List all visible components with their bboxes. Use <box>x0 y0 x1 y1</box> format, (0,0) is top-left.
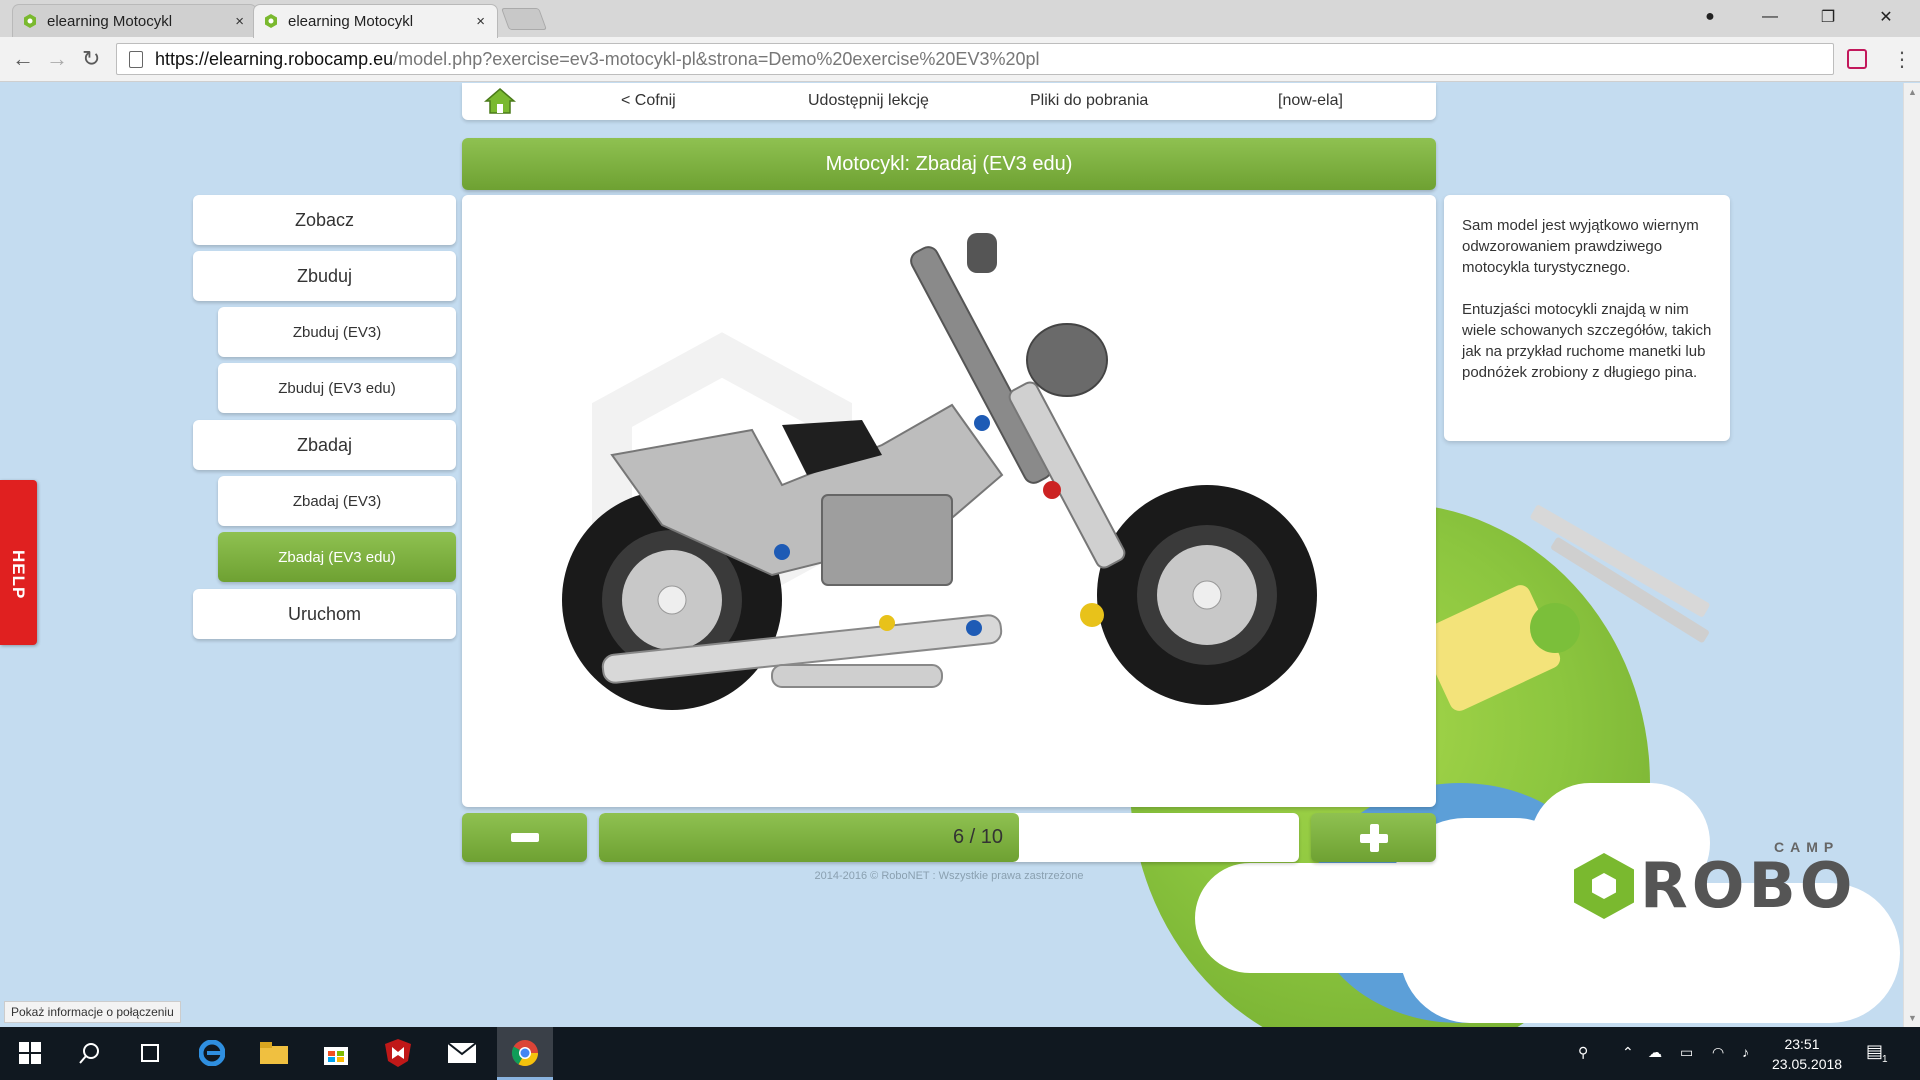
logo-camp: CAMP <box>1774 839 1840 855</box>
people-icon[interactable]: ⚲ <box>1578 1044 1588 1061</box>
description-panel: Sam model jest wyjątkowo wiernym odwzoro… <box>1444 195 1730 441</box>
address-toolbar: ← → ↻ https://elearning.robocamp.eu /mod… <box>0 37 1920 82</box>
plus-icon <box>1359 823 1388 852</box>
description-paragraph: Entuzjaści motocykli znajdą w nim wiele … <box>1462 301 1712 381</box>
forward-arrow-icon[interactable]: → <box>46 47 68 71</box>
tab-title: elearning Motocykl <box>47 12 173 30</box>
browser-tabbar: elearning Motocykl × elearning Motocykl … <box>0 0 1920 38</box>
show-hidden-icons-chevron-icon[interactable]: ⌃ <box>1622 1044 1634 1061</box>
maximize-button[interactable]: ❐ <box>1800 0 1856 34</box>
browser-tab-2[interactable]: elearning Motocykl × <box>253 4 498 38</box>
minimize-button[interactable]: — <box>1742 0 1798 34</box>
minus-icon <box>510 833 539 842</box>
downloads-link[interactable]: Pliki do pobrania <box>1030 92 1148 110</box>
motorcycle-model-image <box>562 233 1317 710</box>
system-clock[interactable]: 23:51 23.05.2018 <box>1772 1034 1843 1074</box>
onedrive-cloud-icon[interactable]: ☁ <box>1648 1044 1662 1061</box>
robocamp-favicon-icon <box>24 14 36 28</box>
url-host: https://elearning.robocamp.eu <box>155 48 394 69</box>
copyright-footer: 2014-2016 © RoboNET : Wszystkie prawa za… <box>814 870 1084 882</box>
battery-icon[interactable]: ▭ <box>1680 1044 1693 1061</box>
previous-step-button[interactable] <box>462 813 587 862</box>
page-info-icon[interactable] <box>129 50 143 68</box>
connection-info-tooltip: Pokaż informacje o połączeniu <box>4 1001 181 1023</box>
store-icon[interactable] <box>320 1037 352 1069</box>
model-viewer[interactable] <box>462 195 1436 807</box>
back-arrow-icon[interactable]: ← <box>12 47 34 71</box>
page-scrollbar[interactable]: ▲ ▼ <box>1903 83 1920 1027</box>
new-tab-button[interactable] <box>500 8 548 30</box>
reload-icon[interactable]: ↻ <box>82 47 100 71</box>
browser-tab-1[interactable]: elearning Motocykl × <box>12 4 257 37</box>
sidebar-item-zbuduj-ev3-edu[interactable]: Zbuduj (EV3 edu) <box>218 363 456 413</box>
sidebar-item-zobacz[interactable]: Zobacz <box>193 195 456 245</box>
sidebar-item-zbadaj[interactable]: Zbadaj <box>193 420 456 470</box>
windows-taskbar: ⚲ ⌃ ☁ ▭ ◠ ♪ 23:51 23.05.2018 ▤ 1 <box>0 1027 1920 1080</box>
notification-count: 1 <box>1882 1054 1888 1065</box>
help-tab[interactable]: HELP <box>0 480 37 645</box>
next-step-button[interactable] <box>1311 813 1436 862</box>
windows-start-icon[interactable] <box>14 1037 46 1069</box>
scroll-down-icon[interactable]: ▼ <box>1908 1013 1917 1023</box>
help-label: HELP <box>9 550 28 600</box>
top-navigation: < Cofnij Udostępnij lekcję Pliki do pobr… <box>462 83 1436 120</box>
file-explorer-icon[interactable] <box>258 1037 290 1069</box>
sidebar-item-zbuduj[interactable]: Zbuduj <box>193 251 456 301</box>
browser-menu-icon[interactable]: ⋮ <box>1892 47 1912 72</box>
wifi-icon[interactable]: ◠ <box>1712 1044 1724 1061</box>
volume-icon[interactable]: ♪ <box>1742 1044 1749 1060</box>
tab-close-icon[interactable]: × <box>235 13 244 30</box>
search-icon[interactable] <box>74 1037 106 1069</box>
logo-wordmark: ROBO <box>1640 849 1857 922</box>
biplane-propeller <box>1530 603 1580 653</box>
mail-icon[interactable] <box>446 1037 478 1069</box>
tab-close-icon[interactable]: × <box>476 13 485 30</box>
clock-time: 23:51 <box>1784 1036 1820 1052</box>
url-bar[interactable]: https://elearning.robocamp.eu /model.php… <box>116 43 1834 75</box>
user-profile-icon[interactable]: ● <box>1682 0 1738 34</box>
step-counter: 6 / 10 <box>952 826 1003 848</box>
url-path: /model.php?exercise=ev3-motocykl-pl&stro… <box>393 48 1040 69</box>
sidebar-item-uruchom[interactable]: Uruchom <box>193 589 456 639</box>
tab-title: elearning Motocykl <box>288 13 414 30</box>
robocamp-logo: ROBO CAMP <box>1574 839 1857 922</box>
edge-browser-icon[interactable] <box>196 1037 228 1069</box>
back-link[interactable]: < Cofnij <box>621 92 676 110</box>
scroll-up-icon[interactable]: ▲ <box>1908 87 1917 97</box>
sidebar-item-zbadaj-ev3[interactable]: Zbadaj (EV3) <box>218 476 456 526</box>
page-content: ROBO CAMP < Cofnij Udostępnij lekcję Pli… <box>0 83 1920 1027</box>
extension-shield-icon[interactable] <box>1847 49 1867 69</box>
clock-date: 23.05.2018 <box>1772 1056 1843 1072</box>
chrome-icon[interactable] <box>509 1037 541 1069</box>
robocamp-hex-icon <box>1574 853 1634 919</box>
mcafee-icon[interactable] <box>382 1037 414 1069</box>
step-progress-bar: 6 / 10 <box>599 813 1299 862</box>
action-center-icon[interactable]: ▤ <box>1866 1041 1883 1062</box>
close-window-button[interactable]: ✕ <box>1858 0 1914 34</box>
page-title: Motocykl: Zbadaj (EV3 edu) <box>462 138 1436 190</box>
share-lesson-link[interactable]: Udostępnij lekcję <box>808 92 929 110</box>
user-link[interactable]: [now-ela] <box>1278 92 1343 110</box>
sidebar-item-zbuduj-ev3[interactable]: Zbuduj (EV3) <box>218 307 456 357</box>
robocamp-favicon-icon <box>265 14 277 28</box>
task-view-icon[interactable] <box>134 1037 166 1069</box>
sidebar-item-zbadaj-ev3-edu[interactable]: Zbadaj (EV3 edu) <box>218 532 456 582</box>
description-paragraph: Sam model jest wyjątkowo wiernym odwzoro… <box>1462 217 1699 276</box>
home-icon[interactable] <box>484 87 516 115</box>
